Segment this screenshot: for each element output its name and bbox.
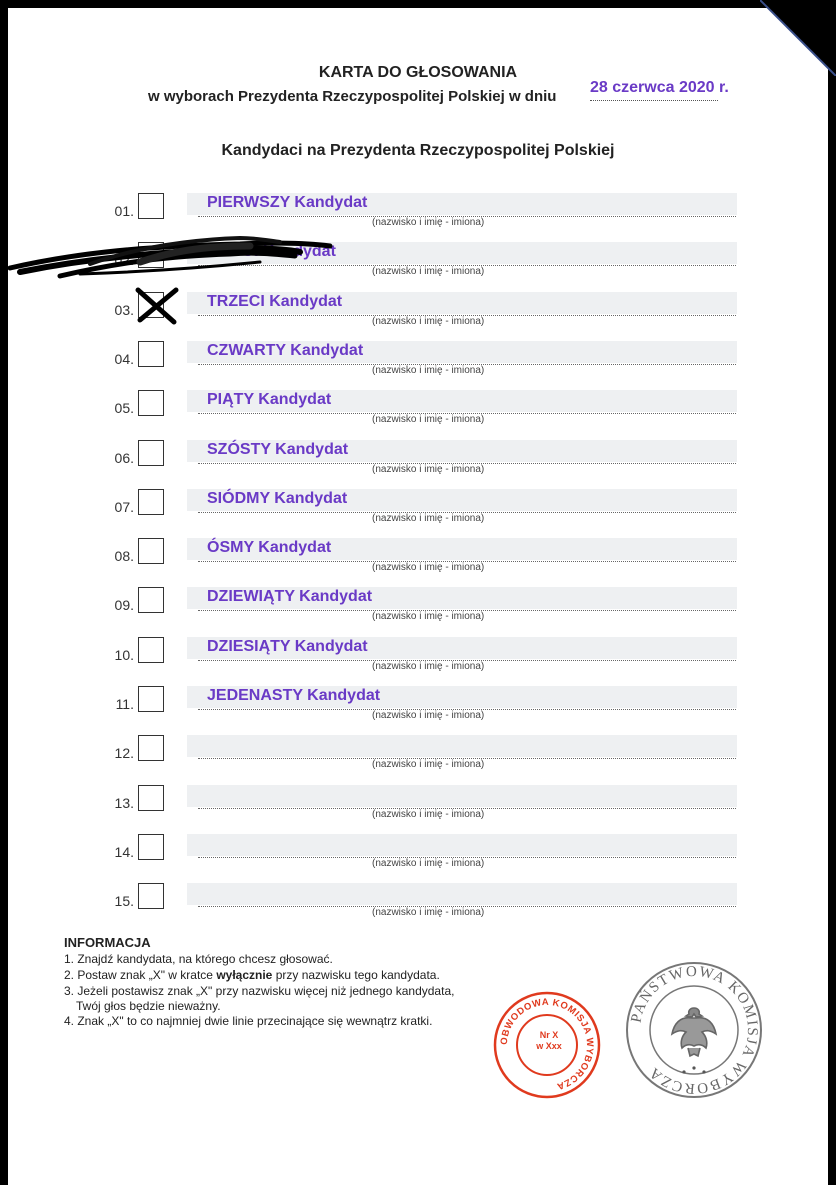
candidate-hint: (nazwisko i imię - imiona): [372, 857, 485, 869]
candidate-number: 15.: [114, 893, 134, 910]
candidate-number: 09.: [114, 597, 134, 614]
candidate-row: 07. SIÓDMY Kandydat (nazwisko i imię - imi…: [0, 486, 836, 534]
candidate-name-field: [187, 883, 737, 906]
info-line-4: 4. Znak „X" to co najmniej dwie linie pr…: [64, 1014, 433, 1028]
candidate-hint: (nazwisko i imię - imiona): [372, 660, 485, 672]
candidate-name: PIĄTY Kandydat: [207, 391, 332, 409]
candidate-checkbox[interactable]: [138, 686, 164, 712]
candidate-row: 08. ÓSMY Kandydat (nazwisko i imię - imion…: [0, 535, 836, 583]
candidate-row: 03. TRZECI Kandydat (nazwisko i imię - imi…: [0, 289, 836, 337]
candidate-checkbox[interactable]: [138, 784, 164, 811]
candidate-row: 09. DZIEWIĄTY Kandydat (nazwisko i imię - …: [0, 584, 836, 632]
election-date: 28 czerwca 2020 r.: [590, 79, 729, 96]
candidate-number: 14.: [114, 843, 134, 860]
candidate-checkbox[interactable]: [138, 538, 164, 565]
candidate-row: 06. SZÓSTY Kandydat (nazwisko i imię - imi…: [0, 437, 836, 485]
candidate-number: 12.: [114, 745, 134, 762]
candidate-checkbox[interactable]: [138, 439, 164, 466]
candidate-row: 04. CZWARTY Kandydat (nazwisko i imię - im…: [0, 338, 836, 386]
candidate-hint: (nazwisko i imię - imiona): [372, 414, 485, 426]
candidate-name: ÓSMY Kandydat: [207, 539, 332, 557]
candidate-name-field: [187, 784, 737, 807]
candidate-row: 12. (nazwisko i imię - imiona): [0, 732, 836, 780]
info-line-3b: Twój głos będzie nieważny.: [76, 999, 221, 1013]
candidate-number: 06.: [114, 449, 134, 466]
candidate-name: PIERWSZY Kandydat: [207, 194, 368, 211]
candidate-name: SZÓSTY Kandydat: [207, 440, 349, 458]
candidate-checkbox[interactable]: [138, 587, 164, 614]
candidate-hint: (nazwisko i imię - imiona): [372, 364, 485, 376]
date-dotted-line: [590, 100, 718, 101]
candidates-heading: Kandydaci na Prezydenta Rzeczypospolitej…: [221, 142, 615, 159]
info-line-2-end: przy nazwisku tego kandydata.: [272, 968, 440, 982]
candidate-checkbox[interactable]: [138, 390, 164, 417]
candidate-row: 13. (nazwisko i imię - imiona): [0, 782, 836, 830]
candidate-hint: (nazwisko i imię - imiona): [372, 217, 485, 228]
candidate-name: CZWARTY Kandydat: [207, 341, 364, 359]
candidate-checkbox[interactable]: [138, 488, 164, 515]
candidate-hint: (nazwisko i imię - imiona): [372, 315, 485, 327]
candidate-name: DZIESIĄTY Kandydat: [207, 637, 368, 655]
candidate-row: 05. PIĄTY Kandydat (nazwisko i imię - imio…: [0, 387, 836, 435]
candidate-hint: (nazwisko i imię - imiona): [372, 463, 485, 475]
candidate-checkbox[interactable]: [138, 193, 164, 219]
candidate-row: 14. (nazwisko i imię - imiona): [0, 831, 836, 879]
candidate-name: DZIEWIĄTY Kandydat: [207, 588, 373, 606]
candidate-row: 15. (nazwisko i imię - imiona): [0, 880, 836, 928]
candidate-hint: (nazwisko i imię - imiona): [372, 611, 485, 623]
candidate-number: 08.: [114, 548, 134, 565]
info-title: INFORMACJA: [64, 935, 151, 950]
page-frame-top: [0, 0, 836, 8]
info-line-1: 1. Znajdź kandydata, na którego chcesz g…: [64, 952, 333, 966]
red-stamp-center-line-1: Nr X: [539, 1030, 559, 1040]
info-line-2: 2. Postaw znak „X" w kratce wyłącznie pr…: [64, 968, 440, 982]
candidate-name-field: [187, 735, 737, 758]
candidate-number: 01.: [114, 203, 134, 219]
candidate-hint: (nazwisko i imię - imiona): [372, 808, 485, 820]
scribble-mark: [7, 235, 333, 279]
candidate-name: TRZECI Kandydat: [207, 292, 343, 310]
ballot-page: KARTA DO GŁOSOWANIA w wyborach Prezydent…: [0, 0, 836, 1185]
candidate-name: JEDENASTY Kandydat: [207, 687, 381, 704]
candidate-name: SIÓDMY Kandydat: [207, 489, 348, 507]
candidate-checkbox[interactable]: [138, 735, 164, 762]
candidate-hint: (nazwisko i imię - imiona): [372, 759, 485, 771]
red-stamp-center-line-2: w Xxx: [536, 1041, 562, 1051]
eagle-icon: [670, 1007, 718, 1058]
candidate-number: 07.: [114, 498, 134, 515]
vote-x-mark: [135, 287, 179, 325]
info-line-3: 3. Jeżeli postawisz znak „X" przy nazwis…: [64, 984, 455, 998]
candidate-hint: (nazwisko i imię - imiona): [372, 907, 485, 919]
candidate-hint: (nazwisko i imię - imiona): [372, 562, 485, 574]
candidate-row: 01. PIERWSZY Kandydat (nazwisko i imię - i…: [0, 190, 836, 238]
ballot-subtitle: w wyborach Prezydenta Rzeczypospolitej P…: [148, 88, 557, 105]
candidate-checkbox[interactable]: [138, 833, 164, 860]
candidate-name-field: [187, 833, 737, 856]
candidate-hint: (nazwisko i imię - imiona): [372, 512, 485, 524]
candidate-hint: (nazwisko i imię - imiona): [372, 266, 485, 278]
candidate-number: 11.: [115, 696, 134, 712]
info-line-2-start: 2. Postaw znak „X" w kratce: [64, 968, 217, 982]
red-stamp-center: Nr X w Xxx: [536, 1030, 562, 1052]
candidate-number: 03.: [114, 301, 134, 318]
candidate-checkbox[interactable]: [138, 883, 164, 910]
candidate-number: 04.: [114, 350, 134, 367]
national-commission-seal: PAŃSTWOWA KOMISJA WYBORCZA: [626, 962, 762, 1098]
candidate-row: 11. JEDENASTY Kandydat (nazwisko i imię - …: [0, 683, 836, 731]
candidate-hint: (nazwisko i imię - imiona): [372, 710, 485, 721]
candidate-number: 13.: [114, 794, 134, 811]
candidate-checkbox[interactable]: [138, 340, 164, 367]
candidate-checkbox[interactable]: [138, 636, 164, 663]
candidate-row: 10. DZIESIĄTY Kandydat (nazwisko i imię - …: [0, 634, 836, 682]
candidate-number: 05.: [114, 400, 134, 417]
info-line-2-emphasis: wyłącznie: [216, 968, 273, 982]
election-date-field: 28 czerwca 2020 r.: [590, 79, 740, 101]
candidate-number: 10.: [114, 646, 134, 663]
